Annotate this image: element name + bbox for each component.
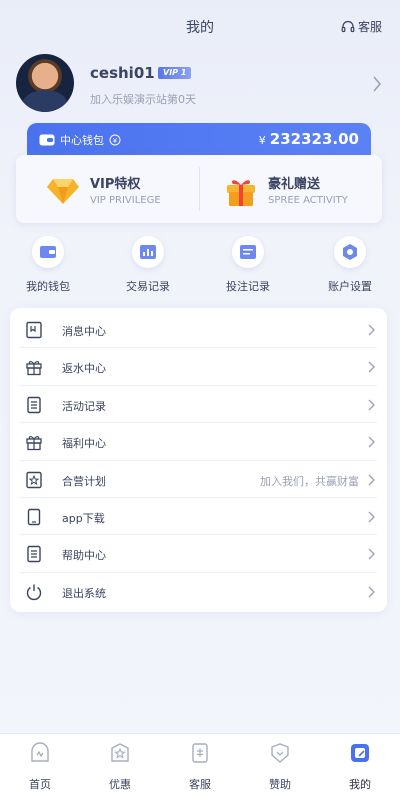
menu-rebate-center[interactable]: 返水中心	[20, 348, 377, 386]
nav-profile[interactable]: 我的	[320, 742, 400, 792]
menu-app-download[interactable]: app下载	[20, 498, 377, 536]
nav-label: 我的	[349, 778, 371, 791]
menu-label: 帮助中心	[62, 549, 106, 563]
currency-symbol: ¥	[258, 134, 266, 147]
star-badge-icon	[111, 743, 129, 762]
quick-label: 投注记录	[226, 280, 270, 293]
menu-activity-records[interactable]: 活动记录	[20, 386, 377, 424]
wallet-icon	[32, 236, 64, 268]
chevron-right-icon	[368, 548, 375, 560]
quick-label: 账户设置	[328, 280, 372, 293]
nav-label: 优惠	[109, 778, 131, 791]
power-icon	[26, 584, 42, 600]
settings-icon	[334, 236, 366, 268]
nav-promotions[interactable]: 优惠	[80, 742, 160, 792]
list-icon	[27, 546, 41, 563]
chevron-right-icon	[368, 586, 375, 598]
divider	[199, 167, 200, 211]
gift-icon	[26, 436, 42, 451]
svg-text:¥: ¥	[113, 137, 118, 145]
gift-box-icon	[227, 180, 255, 206]
center-wallet-bar[interactable]: 中心钱包 ¥ ¥232323.00	[27, 123, 371, 157]
quick-transactions[interactable]: 交易记录	[108, 236, 188, 294]
chevron-right-icon	[368, 361, 375, 373]
profile-icon	[351, 744, 369, 762]
menu-label: 消息中心	[62, 325, 106, 338]
star-icon	[26, 471, 42, 488]
service-icon	[192, 743, 208, 763]
home-icon	[31, 742, 49, 762]
menu-hint: 加入我们，共赢财富	[260, 474, 359, 488]
spree-activity[interactable]: 豪礼赠送 SPREE ACTIVITY	[224, 173, 374, 209]
quick-label: 我的钱包	[26, 280, 70, 293]
profile-card[interactable]: ceshi01 VIP 1 加入乐娱演示站第0天	[14, 54, 386, 114]
vip-privilege[interactable]: VIP特权 VIP PRIVILEGE	[46, 173, 186, 209]
gift-title: 豪礼赠送	[268, 177, 321, 192]
username: ceshi01	[90, 64, 155, 82]
quick-actions: 我的钱包 交易记录 投注记录 账户设置	[0, 226, 400, 302]
vip-badge: VIP 1	[158, 67, 192, 79]
diamond-icon	[47, 179, 79, 204]
menu-message-center[interactable]: 消息中心	[20, 311, 377, 349]
menu-help-center[interactable]: 帮助中心	[20, 535, 377, 573]
avatar[interactable]	[16, 54, 74, 112]
quick-account-settings[interactable]: 账户设置	[310, 236, 390, 294]
message-icon	[26, 321, 42, 339]
nav-service[interactable]: 客服	[160, 742, 240, 792]
menu-list: 消息中心 返水中心 活动记录 福利中心 合营计划 加入我们，共赢财富 app下载	[10, 308, 387, 612]
quick-label: 交易记录	[126, 280, 170, 293]
chevron-right-icon	[368, 511, 375, 523]
gift-icon	[26, 361, 42, 376]
nav-label: 首页	[29, 778, 51, 791]
wallet-amount: ¥232323.00	[259, 130, 359, 148]
menu-label: app下载	[62, 511, 105, 525]
bottom-nav: 首页 优惠 客服 赞助 我的	[0, 733, 400, 797]
nav-home[interactable]: 首页	[0, 742, 80, 792]
menu-label: 返水中心	[62, 362, 106, 376]
phone-icon	[27, 508, 41, 526]
refresh-icon[interactable]: ¥	[109, 134, 121, 146]
chevron-right-icon	[368, 399, 375, 411]
bet-record-icon	[232, 236, 264, 268]
nav-label: 赞助	[269, 778, 291, 791]
chevron-right-icon[interactable]	[372, 76, 382, 92]
page: 我的 客服 ceshi01 VIP 1 加入乐娱演示站第0天 中心钱包 ¥ ¥ …	[0, 0, 400, 797]
wallet-icon	[39, 134, 55, 146]
service-button[interactable]: 客服	[340, 18, 382, 35]
vip-subtitle: VIP PRIVILEGE	[90, 195, 161, 206]
chevron-right-icon	[368, 436, 375, 448]
menu-logout[interactable]: 退出系统	[20, 573, 377, 610]
menu-label: 福利中心	[62, 437, 106, 451]
header: 我的 客服	[0, 0, 400, 52]
wallet-amount-value: 232323.00	[269, 130, 359, 148]
list-icon	[27, 396, 41, 413]
menu-partner-plan[interactable]: 合营计划 加入我们，共赢财富	[20, 461, 377, 498]
menu-label: 合营计划	[62, 474, 106, 488]
transaction-icon	[132, 236, 164, 268]
quick-bet-records[interactable]: 投注记录	[208, 236, 288, 294]
wallet-label: 中心钱包	[60, 134, 104, 147]
chevron-right-icon	[368, 474, 375, 486]
menu-label: 退出系统	[62, 586, 106, 600]
nav-sponsor[interactable]: 赞助	[240, 742, 320, 792]
quick-my-wallet[interactable]: 我的钱包	[8, 236, 88, 294]
menu-welfare-center[interactable]: 福利中心	[20, 423, 377, 461]
gift-subtitle: SPREE ACTIVITY	[268, 195, 348, 206]
nav-label: 客服	[189, 778, 211, 791]
menu-label: 活动记录	[62, 399, 106, 413]
promo-card: VIP特权 VIP PRIVILEGE 豪礼赠送 SPREE ACTIVITY	[16, 155, 382, 223]
service-label: 客服	[357, 20, 382, 34]
headset-icon	[341, 20, 355, 32]
heart-icon	[271, 743, 289, 763]
join-days-text: 加入乐娱演示站第0天	[90, 93, 196, 106]
vip-title: VIP特权	[90, 177, 141, 192]
chevron-right-icon	[368, 324, 375, 336]
